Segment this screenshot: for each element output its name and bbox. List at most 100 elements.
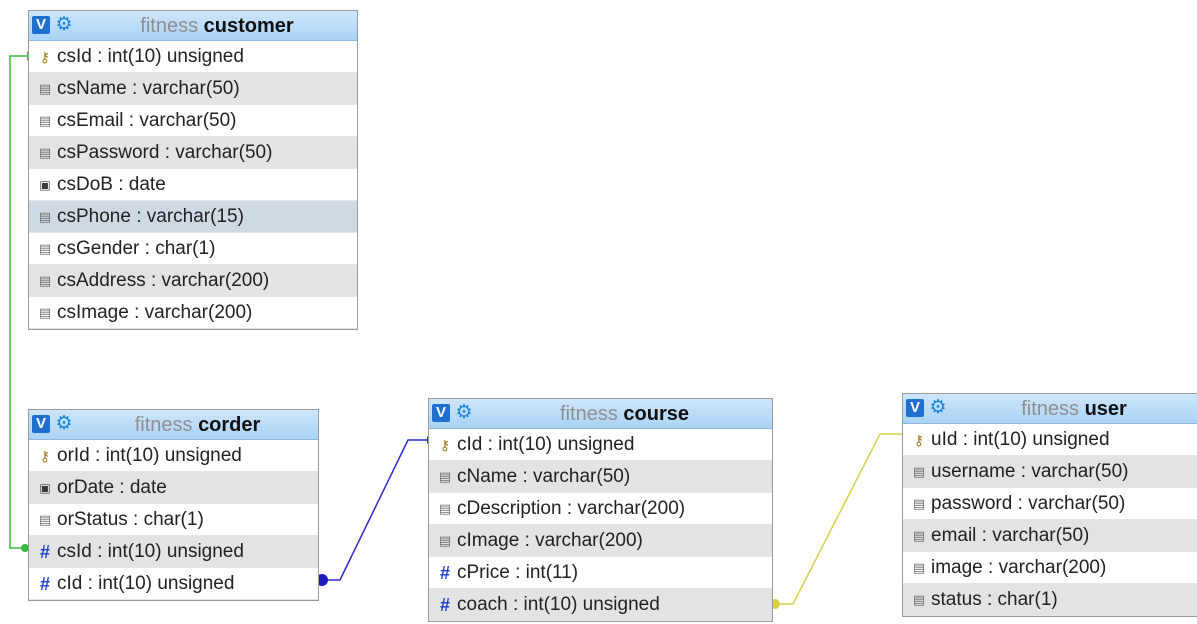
table-customer[interactable]: V ⚙ fitness customer ⚷ csId : int(10) uns… (28, 10, 358, 330)
column-label: csImage : varchar(200) (57, 302, 253, 323)
column-icon: ▤ (438, 533, 452, 548)
column-row[interactable]: ⚷ cId : int(10) unsigned (429, 429, 772, 461)
primary-key-icon: ⚷ (39, 448, 51, 464)
column-row[interactable]: ▤ cName : varchar(50) (429, 461, 772, 493)
column-row[interactable]: ⚷ uId : int(10) unsigned (903, 424, 1197, 456)
date-column-icon: ▣ (39, 481, 51, 495)
column-label: cId : int(10) unsigned (457, 434, 635, 455)
column-row[interactable]: ▤ csPassword : varchar(50) (29, 137, 357, 169)
table-header[interactable]: V ⚙ fitness course (429, 399, 772, 429)
column-icon: ▤ (912, 464, 926, 479)
numeric-column-icon: # (39, 574, 50, 594)
column-icon: ▤ (38, 241, 52, 256)
numeric-column-icon: # (39, 542, 50, 562)
column-row[interactable]: ▣ orDate : date (29, 472, 318, 504)
column-label: csGender : char(1) (57, 238, 216, 259)
primary-key-icon: ⚷ (39, 49, 51, 65)
column-icon: ▤ (912, 560, 926, 575)
gear-icon[interactable]: ⚙ (928, 397, 948, 419)
column-icon: ▤ (38, 145, 52, 160)
column-row[interactable]: ▤ email : varchar(50) (903, 520, 1197, 552)
column-row[interactable]: # cId : int(10) unsigned (29, 568, 318, 600)
table-title: fitness corder (134, 414, 261, 436)
column-icon: ▤ (38, 113, 52, 128)
numeric-column-icon: # (439, 563, 450, 583)
column-row[interactable]: ▤ cDescription : varchar(200) (429, 493, 772, 525)
column-icon: ▤ (38, 81, 52, 96)
column-row[interactable]: ▤ csGender : char(1) (29, 233, 357, 265)
column-label: username : varchar(50) (931, 461, 1129, 482)
relation-line-corder-course (322, 439, 427, 581)
table-user[interactable]: V ⚙ fitness user ⚷ uId : int(10) unsigned… (902, 393, 1197, 617)
table-title: fitness user (1021, 398, 1127, 420)
column-label: csAddress : varchar(200) (57, 270, 270, 291)
column-label: cPrice : int(11) (457, 562, 579, 583)
column-row[interactable]: # coach : int(10) unsigned (429, 589, 772, 621)
column-label: email : varchar(50) (931, 525, 1090, 546)
table-title: fitness course (560, 403, 689, 425)
column-row[interactable]: ▤ csAddress : varchar(200) (29, 265, 357, 297)
primary-key-icon: ⚷ (913, 432, 925, 448)
column-row[interactable]: ▤ username : varchar(50) (903, 456, 1197, 488)
column-row[interactable]: ⚷ orId : int(10) unsigned (29, 440, 318, 472)
column-label: orId : int(10) unsigned (57, 445, 242, 466)
column-label: coach : int(10) unsigned (457, 594, 660, 615)
column-label: uId : int(10) unsigned (931, 429, 1110, 450)
gear-icon[interactable]: ⚙ (54, 413, 74, 435)
toggle-columns-button[interactable]: V (32, 16, 50, 34)
column-label: csDoB : date (57, 174, 166, 195)
column-label: status : char(1) (931, 589, 1058, 610)
column-label: cDescription : varchar(200) (457, 498, 686, 519)
column-label: csPhone : varchar(15) (57, 206, 244, 227)
column-row[interactable]: ▣ csDoB : date (29, 169, 357, 201)
column-icon: ▤ (438, 469, 452, 484)
column-row[interactable]: ▤ csImage : varchar(200) (29, 297, 357, 329)
column-icon: ▤ (438, 501, 452, 516)
column-label: cName : varchar(50) (457, 466, 631, 487)
column-row[interactable]: ▤ orStatus : char(1) (29, 504, 318, 536)
relation-line-course-user (773, 433, 902, 605)
column-row[interactable]: ▤ image : varchar(200) (903, 552, 1197, 584)
column-label: csId : int(10) unsigned (57, 541, 244, 562)
column-label: csName : varchar(50) (57, 78, 240, 99)
table-header[interactable]: V ⚙ fitness corder (29, 410, 318, 440)
column-row[interactable]: # csId : int(10) unsigned (29, 536, 318, 568)
column-label: password : varchar(50) (931, 493, 1126, 514)
column-icon: ▤ (38, 273, 52, 288)
column-row[interactable]: ▤ csName : varchar(50) (29, 73, 357, 105)
toggle-columns-button[interactable]: V (906, 399, 924, 417)
column-row[interactable]: ▤ cImage : varchar(200) (429, 525, 772, 557)
gear-icon[interactable]: ⚙ (54, 14, 74, 36)
column-row[interactable]: ▤ status : char(1) (903, 584, 1197, 616)
column-label: csEmail : varchar(50) (57, 110, 237, 131)
column-label: csPassword : varchar(50) (57, 142, 273, 163)
date-column-icon: ▣ (39, 178, 51, 192)
column-icon: ▤ (38, 512, 52, 527)
column-label: orStatus : char(1) (57, 509, 204, 530)
table-header[interactable]: V ⚙ fitness customer (29, 11, 357, 41)
table-title: fitness customer (140, 15, 294, 37)
table-corder[interactable]: V ⚙ fitness corder ⚷ orId : int(10) unsig… (28, 409, 319, 601)
column-icon: ▤ (912, 528, 926, 543)
column-row[interactable]: ⚷ csId : int(10) unsigned (29, 41, 357, 73)
table-course[interactable]: V ⚙ fitness course ⚷ cId : int(10) unsign… (428, 398, 773, 622)
primary-key-icon: ⚷ (439, 437, 451, 453)
column-row[interactable]: # cPrice : int(11) (429, 557, 772, 589)
column-label: orDate : date (57, 477, 167, 498)
designer-canvas: V ⚙ fitness customer ⚷ csId : int(10) uns… (0, 0, 1197, 624)
column-row[interactable]: ▤ password : varchar(50) (903, 488, 1197, 520)
toggle-columns-button[interactable]: V (32, 415, 50, 433)
column-row[interactable]: ▤ csPhone : varchar(15) (29, 201, 357, 233)
toggle-columns-button[interactable]: V (432, 404, 450, 422)
column-label: cImage : varchar(200) (457, 530, 643, 551)
column-icon: ▤ (38, 209, 52, 224)
column-row[interactable]: ▤ csEmail : varchar(50) (29, 105, 357, 137)
column-label: image : varchar(200) (931, 557, 1107, 578)
column-label: cId : int(10) unsigned (57, 573, 235, 594)
column-icon: ▤ (38, 305, 52, 320)
column-icon: ▤ (912, 496, 926, 511)
table-header[interactable]: V ⚙ fitness user (903, 394, 1197, 424)
relation-line-customer-corder (9, 55, 27, 549)
gear-icon[interactable]: ⚙ (454, 402, 474, 424)
column-label: csId : int(10) unsigned (57, 46, 244, 67)
